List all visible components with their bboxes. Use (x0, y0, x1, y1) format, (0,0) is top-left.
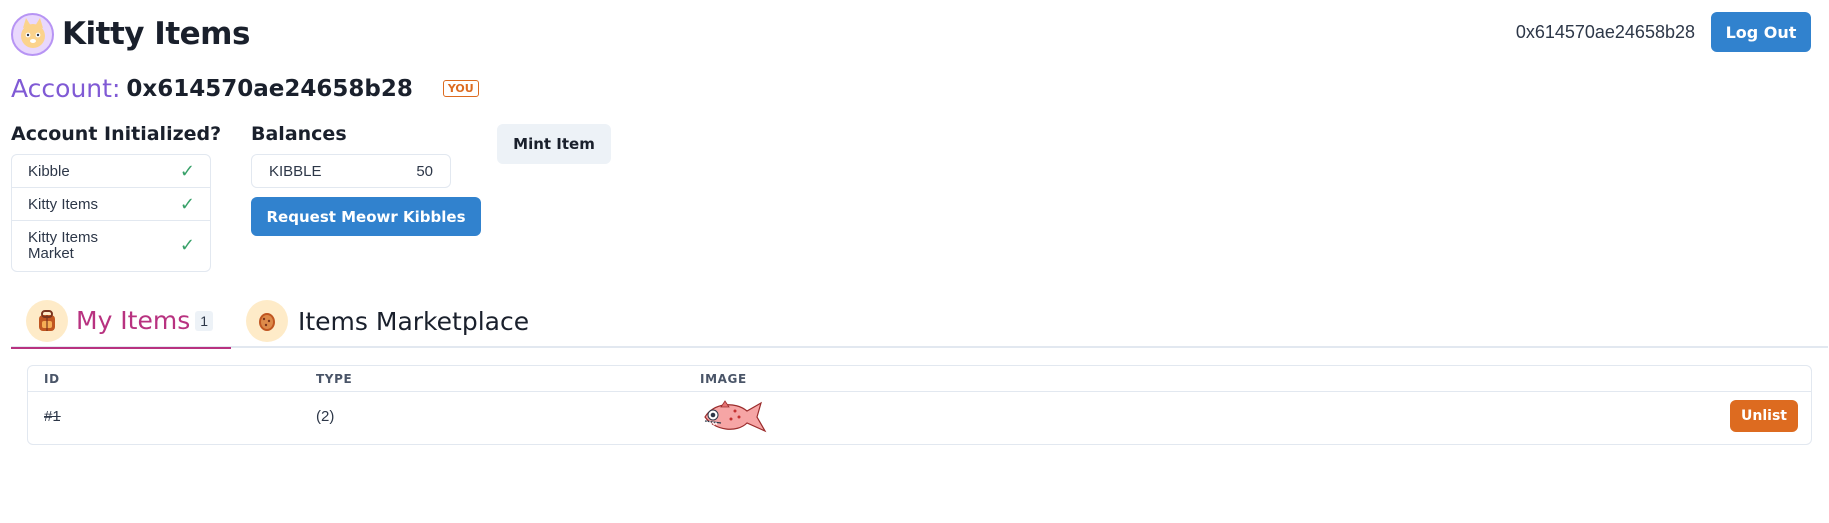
table-header-divider (28, 391, 1811, 392)
item-type: (2) (316, 408, 335, 425)
tab-label: My Items (76, 306, 191, 335)
initialized-item-label: Kibble (28, 162, 70, 180)
tab-count-badge: 1 (195, 310, 214, 331)
check-icon: ✓ (179, 193, 195, 215)
item-id: #1 (44, 408, 61, 425)
account-label: Account: (11, 74, 121, 103)
balances-title: Balances (251, 123, 347, 145)
account-initialized-title: Account Initialized? (11, 123, 222, 145)
tab-my-items[interactable]: My Items 1 (11, 294, 231, 349)
balance-row: KIBBLE 50 (251, 154, 451, 188)
cookie-icon (246, 300, 288, 342)
logout-button[interactable]: Log Out (1711, 12, 1811, 52)
user-address: 0x614570ae24658b28 (1515, 21, 1695, 42)
initialized-list: Kibble ✓ Kitty Items ✓ Kitty Items Marke… (11, 154, 211, 272)
list-item: Kibble ✓ (12, 155, 210, 188)
account-heading: Account: 0x614570ae24658b28 YOU (11, 74, 479, 103)
list-item: Kitty Items Market ✓ (12, 221, 210, 271)
account-initialized-section: Account Initialized? Kibble ✓ Kitty Item… (11, 123, 221, 272)
items-table: ID TYPE IMAGE #1 (2) Unlist (27, 365, 1812, 445)
check-icon: ✓ (179, 235, 195, 256)
mint-item-button[interactable]: Mint Item (497, 124, 611, 164)
check-icon: ✓ (179, 160, 195, 182)
tab-label: Items Marketplace (298, 306, 530, 336)
fish-icon (699, 397, 767, 437)
kitty-logo-icon (11, 12, 54, 56)
tab-bar: My Items 1 Items Marketplace (11, 294, 1828, 349)
initialized-item-label: Kitty Items (28, 195, 99, 213)
column-header-id: ID (44, 372, 60, 386)
app-header: Kitty Items (11, 12, 250, 56)
balances-section: Balances KIBBLE 50 Request Meowr Kibbles (251, 123, 481, 236)
balance-token: KIBBLE (269, 162, 322, 180)
column-header-type: TYPE (316, 372, 353, 386)
tab-items-marketplace[interactable]: Items Marketplace (246, 294, 529, 348)
column-header-image: IMAGE (700, 372, 747, 386)
list-item: Kitty Items ✓ (12, 188, 210, 221)
balance-amount: 50 (416, 162, 433, 180)
account-address: 0x614570ae24658b28 (126, 75, 413, 102)
app-title: Kitty Items (62, 16, 250, 52)
header-user-area: 0x614570ae24658b28 Log Out (1516, 12, 1811, 52)
unlist-button[interactable]: Unlist (1730, 400, 1798, 432)
backpack-icon (26, 299, 68, 342)
you-badge: YOU (442, 80, 479, 97)
initialized-item-label: Kitty Items Market (28, 229, 99, 262)
request-kibbles-button[interactable]: Request Meowr Kibbles (251, 197, 481, 236)
